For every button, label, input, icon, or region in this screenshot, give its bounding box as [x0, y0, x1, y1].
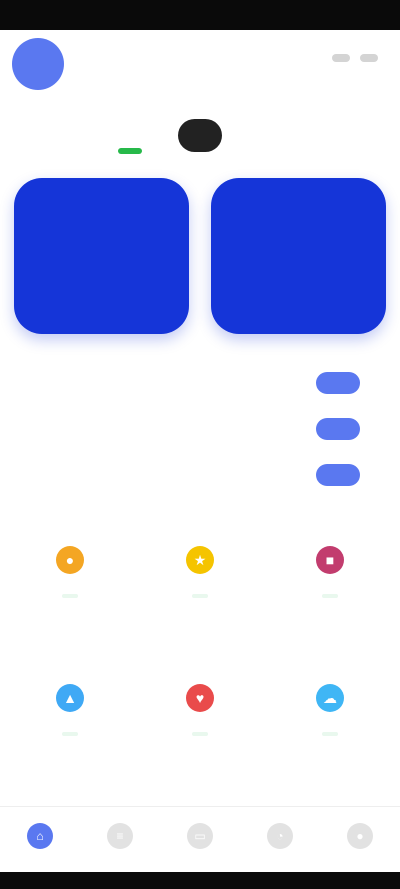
header-toggle[interactable]	[100, 110, 300, 160]
status-bar	[0, 0, 400, 30]
list-icon: ≡	[107, 823, 133, 849]
summary-cards	[14, 178, 386, 334]
stats-list	[40, 360, 360, 498]
tile-tag	[322, 732, 338, 736]
summary-card-left[interactable]	[14, 178, 189, 334]
wallet-icon: ▭	[187, 823, 213, 849]
menu-icon[interactable]	[332, 54, 350, 62]
gift-icon: ■	[316, 546, 344, 574]
tile-tag	[192, 732, 208, 736]
home-icon: ⌂	[27, 823, 53, 849]
avatar[interactable]	[12, 38, 64, 90]
system-nav-bar	[0, 872, 400, 889]
tile-tag	[192, 594, 208, 598]
toggle-indicator	[118, 148, 142, 154]
bottom-tab-bar: ⌂ ≡ ▭ ◔ ●	[0, 806, 400, 869]
tile-tag	[62, 594, 78, 598]
summary-card-right[interactable]	[211, 178, 386, 334]
section-tiles-2: ▲ ♥ ☁	[14, 684, 386, 772]
header-toggle-label	[177, 118, 223, 152]
bell-icon: ◔	[267, 823, 293, 849]
tile-tag	[322, 594, 338, 598]
stat-row	[40, 406, 360, 452]
heart-icon: ♥	[186, 684, 214, 712]
tile[interactable]: ♥	[144, 684, 256, 772]
coin-icon: ●	[56, 546, 84, 574]
tile[interactable]: ●	[14, 546, 126, 634]
tile[interactable]: ▲	[14, 684, 126, 772]
tab-list[interactable]: ≡	[88, 823, 152, 853]
stat-row	[40, 360, 360, 406]
more-icon[interactable]	[360, 54, 378, 62]
tile[interactable]: ☁	[274, 684, 386, 772]
user-icon: ●	[347, 823, 373, 849]
star-icon: ★	[186, 546, 214, 574]
stat-action-button[interactable]	[316, 418, 360, 440]
tab-home[interactable]: ⌂	[8, 823, 72, 853]
section-tiles-1: ● ★ ■	[14, 546, 386, 634]
tab-notifications[interactable]: ◔	[248, 823, 312, 853]
stat-action-button[interactable]	[316, 372, 360, 394]
tab-wallet[interactable]: ▭	[168, 823, 232, 853]
stat-row	[40, 452, 360, 498]
chart-icon: ▲	[56, 684, 84, 712]
top-actions	[332, 54, 378, 62]
tile[interactable]: ■	[274, 546, 386, 634]
tab-profile[interactable]: ●	[328, 823, 392, 853]
tile[interactable]: ★	[144, 546, 256, 634]
tile-tag	[62, 732, 78, 736]
cloud-icon: ☁	[316, 684, 344, 712]
stat-action-button[interactable]	[316, 464, 360, 486]
